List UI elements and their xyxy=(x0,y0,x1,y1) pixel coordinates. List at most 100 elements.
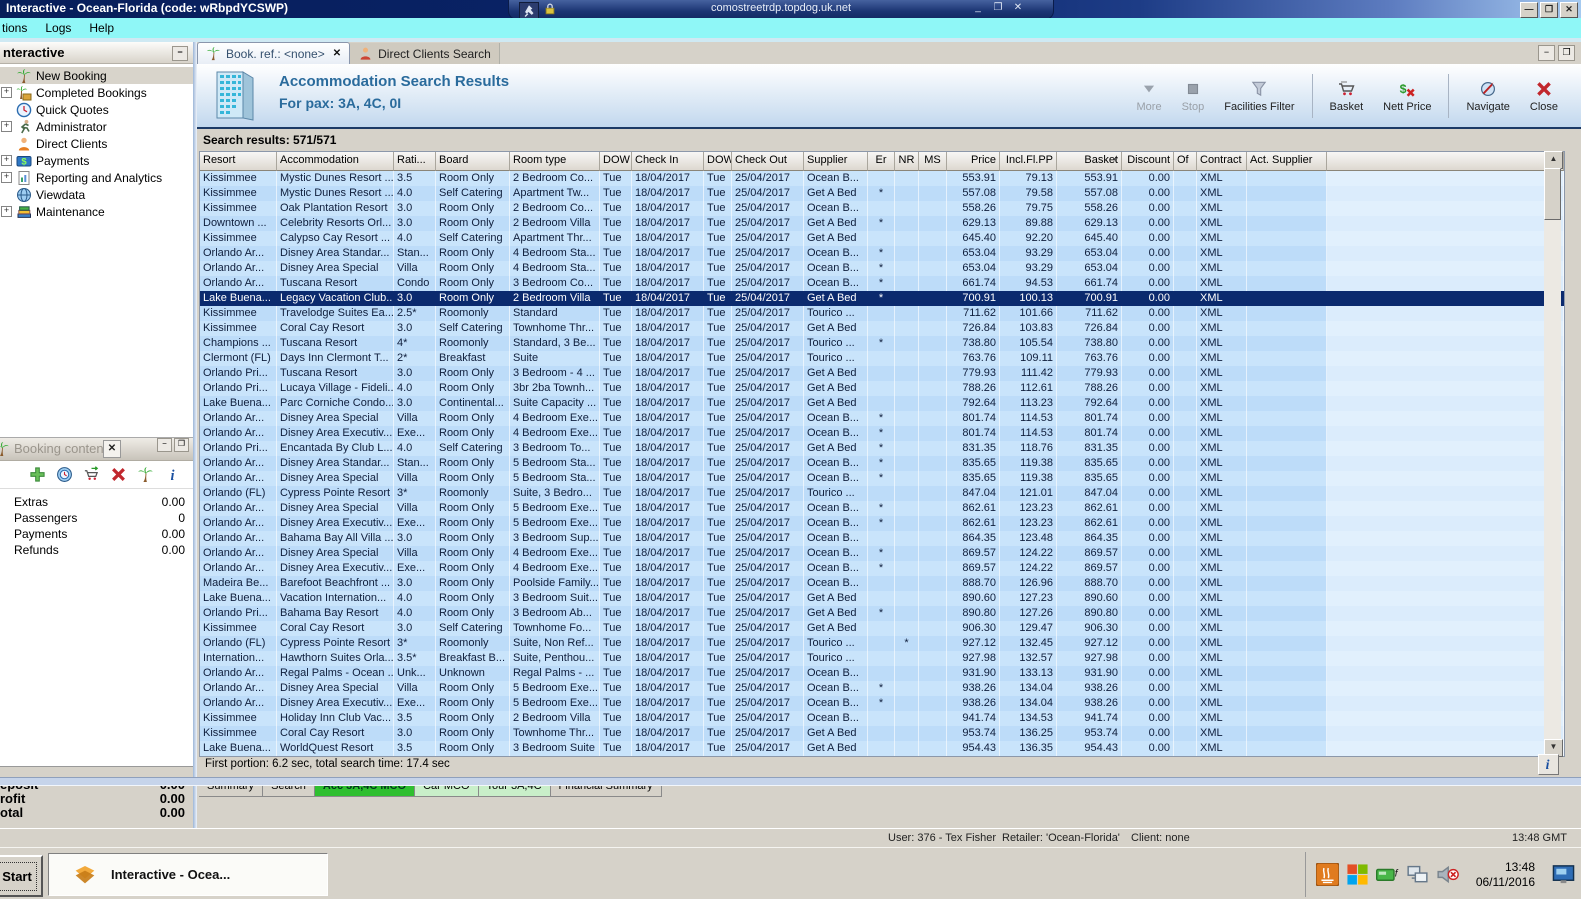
vertical-scrollbar[interactable]: ▲ ▼ xyxy=(1544,151,1563,757)
basket-button[interactable]: Basket xyxy=(1321,70,1373,122)
result-row[interactable]: Orlando Ar... Regal Palms - Ocean ... Unk.… xyxy=(200,666,1564,681)
result-row[interactable]: Downtown ... Celebrity Resorts Orl... 3.0 R… xyxy=(200,216,1564,231)
sidebar-item-completed-bookings[interactable]: + Completed Bookings xyxy=(0,84,193,101)
result-row[interactable]: Kissimmee Mystic Dunes Resort ... 3.5 Room … xyxy=(200,171,1564,186)
result-row[interactable]: Orlando Ar... Disney Area Special Villa Roo… xyxy=(200,411,1564,426)
column-header-rati[interactable]: Rati... xyxy=(394,152,436,171)
result-row[interactable]: Madeira Be... Barefoot Beachfront ... 3.0 R… xyxy=(200,576,1564,591)
card-tray-icon[interactable]: f xyxy=(1375,863,1399,886)
minimize-button[interactable]: — xyxy=(1520,2,1538,18)
column-header-board[interactable]: Board xyxy=(436,152,510,171)
result-row[interactable]: Orlando Ar... Disney Area Special Villa Roo… xyxy=(200,501,1564,516)
result-row[interactable]: Orlando Ar... Disney Area Executiv... Exe.… xyxy=(200,516,1564,531)
column-header-dow[interactable]: DOW xyxy=(704,152,732,171)
sidebar-item-viewdata[interactable]: Viewdata xyxy=(0,186,193,203)
sidebar-item-direct-clients[interactable]: Direct Clients xyxy=(0,135,193,152)
result-row[interactable]: Kissimmee Holiday Inn Club Vac... 3.5 Room … xyxy=(200,711,1564,726)
result-row[interactable]: Internation... Hawthorn Suites Orla... 3.5… xyxy=(200,651,1564,666)
result-row[interactable]: Lake Buena... Vacation Internation... 4.0 R… xyxy=(200,591,1564,606)
result-row[interactable]: Orlando Ar... Disney Area Standar... Stan.… xyxy=(200,246,1564,261)
result-row[interactable]: Orlando Ar... Disney Area Executiv... Exe.… xyxy=(200,696,1564,711)
column-header-contract[interactable]: Contract xyxy=(1197,152,1247,171)
expand-icon[interactable]: + xyxy=(1,206,12,217)
column-header-check-out[interactable]: Check Out xyxy=(732,152,804,171)
sidebar-item-payments[interactable]: + $ Payments xyxy=(0,152,193,169)
result-row[interactable]: Kissimmee Calypso Cay Resort ... 4.0 Self C… xyxy=(200,231,1564,246)
rdp-minimize-button[interactable]: _ xyxy=(971,2,985,13)
result-row[interactable]: Orlando Ar... Disney Area Executiv... Exe.… xyxy=(200,426,1564,441)
result-row[interactable]: Lake Buena... Parc Corniche Condo... 3.0 Co… xyxy=(200,396,1564,411)
result-row[interactable]: Lake Buena... Legacy Vacation Club... 3.0 R… xyxy=(200,291,1564,306)
result-row[interactable]: Orlando Pri... Lucaya Village - Fideli...… xyxy=(200,381,1564,396)
rdp-close-button[interactable]: ✕ xyxy=(1011,2,1025,13)
result-row[interactable]: Orlando Ar... Disney Area Special Villa Roo… xyxy=(200,546,1564,561)
result-row[interactable]: Kissimmee Coral Cay Resort 3.0 Self Caterin… xyxy=(200,621,1564,636)
menu-item-help[interactable]: Help xyxy=(87,19,122,37)
expand-icon[interactable]: + xyxy=(1,172,12,183)
result-row[interactable]: Orlando Ar... Disney Area Standar... Stan.… xyxy=(200,456,1564,471)
column-header-nr[interactable]: NR xyxy=(895,152,919,171)
column-header-check-in[interactable]: Check In xyxy=(632,152,704,171)
result-row[interactable]: Orlando Pri... Tuscana Resort 3.0 Room Only… xyxy=(200,366,1564,381)
sidebar-item-maintenance[interactable]: + Maintenance xyxy=(0,203,193,220)
column-header-ms[interactable]: MS xyxy=(919,152,947,171)
result-row[interactable]: Kissimmee Oak Plantation Resort 3.0 Room On… xyxy=(200,201,1564,216)
java-tray-icon[interactable] xyxy=(1315,863,1339,886)
nett-price-button[interactable]: $ Nett Price xyxy=(1374,70,1440,122)
result-row[interactable]: Kissimmee Coral Cay Resort 3.0 Self Caterin… xyxy=(200,321,1564,336)
facilities-filter-button[interactable]: Facilities Filter xyxy=(1215,70,1303,122)
start-button[interactable]: Start xyxy=(0,855,43,897)
close-button[interactable]: ✕ xyxy=(1560,2,1578,18)
result-row[interactable]: Champions ... Tuscana Resort 4* Roomonly Sta… xyxy=(200,336,1564,351)
result-row[interactable]: Orlando Ar... Disney Area Special Villa Roo… xyxy=(200,261,1564,276)
close-icon[interactable]: ✕ xyxy=(333,48,341,59)
sidebar-item-reporting-and-analytics[interactable]: + Reporting and Analytics xyxy=(0,169,193,186)
result-row[interactable]: Kissimmee Coral Cay Resort 3.0 Room Only Tow… xyxy=(200,726,1564,741)
result-row[interactable]: Orlando Pri... Encantada By Club L... 4.0 S… xyxy=(200,441,1564,456)
result-row[interactable]: Kissimmee Travelodge Suites Ea... 2.5* Room… xyxy=(200,306,1564,321)
result-row[interactable]: Orlando Ar... Disney Area Special Villa Roo… xyxy=(200,471,1564,486)
navigate-button[interactable]: Navigate xyxy=(1457,70,1518,122)
minimize-panel-button[interactable]: − xyxy=(157,438,172,452)
mute-tray-icon[interactable] xyxy=(1436,863,1459,886)
column-header-dow[interactable]: DOW xyxy=(600,152,632,171)
result-row[interactable]: Clermont (FL) Days Inn Clermont T... 2* Bre… xyxy=(200,351,1564,366)
palm-icon[interactable] xyxy=(137,466,154,483)
sidebar-item-new-booking[interactable]: New Booking xyxy=(0,67,193,84)
sidebar-item-administrator[interactable]: + Administrator xyxy=(0,118,193,135)
scroll-up-icon[interactable]: ▲ xyxy=(1544,151,1563,169)
add-icon[interactable] xyxy=(29,466,46,483)
column-header-incl-fl-pp[interactable]: Incl.Fl.PP xyxy=(1000,152,1057,171)
result-row[interactable]: Orlando Pri... Bahama Bay Resort 4.0 Room O… xyxy=(200,606,1564,621)
info-button[interactable]: i xyxy=(1538,754,1559,775)
collapse-icon[interactable]: − xyxy=(172,46,188,61)
tab-direct-clients-search[interactable]: Direct Clients Search xyxy=(350,43,500,64)
column-header-basket[interactable]: Basket ▼ xyxy=(1057,152,1122,171)
rdp-restore-button[interactable]: ❐ xyxy=(991,2,1005,13)
column-header-of[interactable]: Of xyxy=(1174,152,1197,171)
expand-icon[interactable]: + xyxy=(1,121,12,132)
menu-item-logs[interactable]: Logs xyxy=(43,19,79,37)
result-row[interactable]: Orlando Ar... Disney Area Special Villa Roo… xyxy=(200,681,1564,696)
result-row[interactable]: Orlando Ar... Tuscana Resort Condo Room Onl… xyxy=(200,276,1564,291)
result-row[interactable]: Orlando (FL) Cypress Pointe Resort 3* Roomo… xyxy=(200,486,1564,501)
result-row[interactable]: Kissimmee Mystic Dunes Resort ... 4.0 Self … xyxy=(200,186,1564,201)
result-row[interactable]: Lake Buena... WorldQuest Resort 3.5 Room On… xyxy=(200,741,1564,756)
close-button[interactable]: Close xyxy=(1521,70,1567,122)
column-header-supplier[interactable]: Supplier xyxy=(804,152,868,171)
column-header-price[interactable]: Price xyxy=(947,152,1000,171)
expand-icon[interactable]: + xyxy=(1,155,12,166)
close-icon[interactable]: ✕ xyxy=(103,440,121,458)
restore-panel-button[interactable]: ❐ xyxy=(174,438,189,452)
column-header-accommodation[interactable]: Accommodation xyxy=(277,152,394,171)
info-icon[interactable]: i xyxy=(164,466,181,483)
result-row[interactable]: Orlando Ar... Disney Area Executiv... Exe.… xyxy=(200,561,1564,576)
delete-icon[interactable] xyxy=(110,466,127,483)
restore-panel-button[interactable]: ❐ xyxy=(1558,45,1575,61)
column-header-discount[interactable]: Discount xyxy=(1122,152,1174,171)
column-header-er[interactable]: Er xyxy=(868,152,895,171)
maximize-button[interactable]: ❐ xyxy=(1540,2,1558,18)
column-header-room-type[interactable]: Room type xyxy=(510,152,600,171)
desktop-tray-icon[interactable] xyxy=(1552,863,1575,886)
cart-transfer-icon[interactable] xyxy=(83,466,100,483)
